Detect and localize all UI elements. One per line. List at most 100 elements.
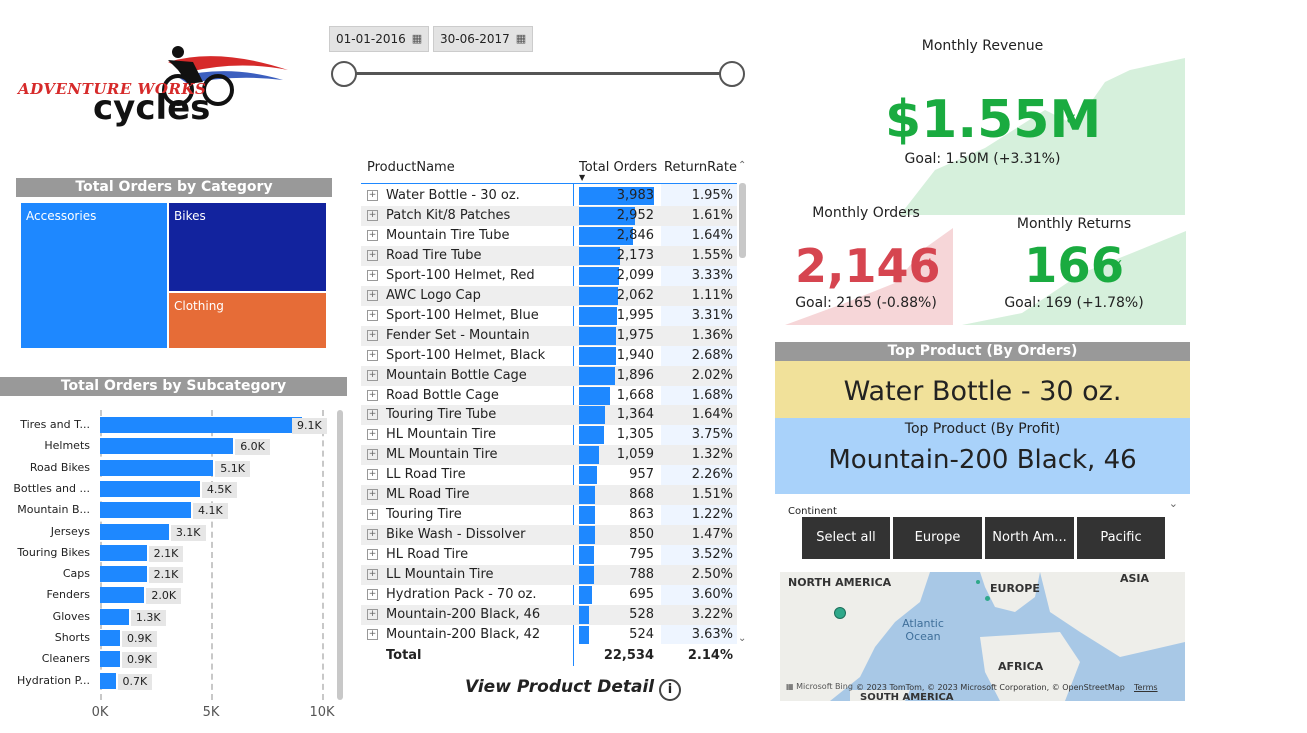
orders-map[interactable]: NORTH AMERICA EUROPE ASIA Atlantic Ocean… xyxy=(780,572,1185,701)
total-orders-cell: 1,975 xyxy=(616,327,654,343)
table-row[interactable]: + ML Road Tire 868 1.51% xyxy=(361,485,737,506)
continent-slicer-header[interactable]: Continent ⌄ xyxy=(788,497,1178,517)
expand-plus-icon[interactable]: + xyxy=(367,549,378,561)
table-row[interactable]: + ML Mountain Tire 1,059 1.32% xyxy=(361,445,737,466)
date-slider-track[interactable] xyxy=(344,72,732,75)
subcategory-bar[interactable] xyxy=(100,417,303,433)
table-row[interactable]: + Road Tire Tube 2,173 1.55% xyxy=(361,245,737,266)
column-header-product-name[interactable]: ProductName xyxy=(367,160,455,175)
table-row[interactable]: + LL Road Tire 957 2.26% xyxy=(361,465,737,485)
expand-plus-icon[interactable]: + xyxy=(367,389,378,401)
expand-plus-icon[interactable]: + xyxy=(367,628,378,640)
table-row[interactable]: + HL Road Tire 795 3.52% xyxy=(361,545,737,565)
end-date-input[interactable]: 30-06-2017 ▦ xyxy=(433,26,534,52)
expand-plus-icon[interactable]: + xyxy=(367,329,378,341)
bar-value-label: 4.1K xyxy=(193,503,228,520)
table-row[interactable]: + Mountain Tire Tube 2,846 1.64% xyxy=(361,226,737,246)
expand-plus-icon[interactable]: + xyxy=(367,289,378,301)
table-row[interactable]: + Mountain-200 Black, 42 524 3.63% xyxy=(361,625,737,645)
table-body: + Water Bottle - 30 oz. 3,983 1.95% + Patch K… xyxy=(361,186,737,646)
subcategory-bar[interactable] xyxy=(100,459,214,476)
map-marker-europe[interactable] xyxy=(985,596,990,601)
expand-plus-icon[interactable]: + xyxy=(367,589,378,600)
bar-category-label: Gloves xyxy=(52,609,90,623)
subcategory-bar[interactable] xyxy=(100,544,147,561)
map-label-south-america: SOUTH AMERICA xyxy=(860,692,954,701)
table-row[interactable]: + Bike Wash - Dissolver 850 1.47% xyxy=(361,525,737,546)
subcategory-bar[interactable] xyxy=(100,502,192,519)
table-row[interactable]: + Touring Tire Tube 1,364 1.64% xyxy=(361,405,737,426)
expand-plus-icon[interactable]: + xyxy=(367,229,378,241)
subcategory-bar[interactable] xyxy=(100,630,120,646)
expand-plus-icon[interactable]: + xyxy=(367,569,378,581)
expand-plus-icon[interactable]: + xyxy=(367,449,378,461)
subcategory-bar[interactable] xyxy=(100,651,120,668)
table-scroll-up-icon[interactable]: ⌃ xyxy=(738,160,746,171)
expand-plus-icon[interactable]: + xyxy=(367,489,378,501)
table-row[interactable]: + Sport-100 Helmet, Blue 1,995 3.31% xyxy=(361,306,737,326)
map-terms-link[interactable]: Terms xyxy=(1134,683,1158,692)
product-name-cell: AWC Logo Cap xyxy=(386,287,481,303)
table-row[interactable]: + LL Mountain Tire 788 2.50% xyxy=(361,565,737,586)
expand-plus-icon[interactable]: + xyxy=(367,409,378,421)
continent-option-select-all[interactable]: Select all xyxy=(802,517,890,559)
continent-option-europe[interactable]: Europe xyxy=(893,517,982,559)
return-rate-cell: 1.32% xyxy=(691,447,733,463)
treemap-tile-bikes[interactable]: Bikes xyxy=(169,203,326,291)
table-row[interactable]: + Water Bottle - 30 oz. 3,983 1.95% xyxy=(361,186,737,206)
table-row[interactable]: + AWC Logo Cap 2,062 1.11% xyxy=(361,285,737,306)
column-header-return-rate[interactable]: ReturnRate xyxy=(664,160,737,175)
expand-plus-icon[interactable]: + xyxy=(367,429,378,441)
map-marker-europe-2[interactable] xyxy=(976,580,980,584)
date-slider-end-handle[interactable] xyxy=(719,61,745,87)
continent-option-north-america[interactable]: North Am... xyxy=(985,517,1074,559)
table-scrollbar[interactable] xyxy=(739,183,746,258)
x-tick-label: 10K xyxy=(309,705,335,720)
column-header-total-orders[interactable]: Total Orders xyxy=(579,160,657,175)
subcategory-bar[interactable] xyxy=(100,566,147,583)
treemap-label: Bikes xyxy=(174,209,206,223)
expand-plus-icon[interactable]: + xyxy=(367,209,378,221)
view-product-detail-button[interactable]: View Product Detail i xyxy=(465,677,695,703)
expand-plus-icon[interactable]: + xyxy=(367,349,378,361)
map-marker-north-america[interactable] xyxy=(834,607,846,619)
subcategory-bar[interactable] xyxy=(100,438,234,455)
table-row[interactable]: + Fender Set - Mountain 1,975 1.36% xyxy=(361,325,737,346)
subcategory-bar[interactable] xyxy=(100,523,169,540)
total-orders-cell: 868 xyxy=(629,487,654,503)
treemap-tile-accessories[interactable]: Accessories xyxy=(21,203,167,348)
subcategory-bar[interactable] xyxy=(100,587,145,604)
expand-plus-icon[interactable]: + xyxy=(367,469,378,481)
top-product-profit-title: Top Product (By Profit) xyxy=(904,421,1061,437)
table-row[interactable]: + Patch Kit/8 Patches 2,952 1.61% xyxy=(361,205,737,226)
subcategory-bar[interactable] xyxy=(100,672,116,689)
table-row[interactable]: + Road Bottle Cage 1,668 1.68% xyxy=(361,386,737,406)
product-name-cell: HL Mountain Tire xyxy=(386,427,497,443)
table-row[interactable]: + Mountain-200 Black, 46 528 3.22% xyxy=(361,604,737,625)
subcategory-scrollbar[interactable] xyxy=(337,410,343,700)
expand-plus-icon[interactable]: + xyxy=(367,249,378,261)
expand-plus-icon[interactable]: + xyxy=(367,369,378,381)
table-row[interactable]: + Sport-100 Helmet, Red 2,099 3.33% xyxy=(361,266,737,286)
expand-plus-icon[interactable]: + xyxy=(367,509,378,521)
date-slider-start-handle[interactable] xyxy=(331,61,357,87)
expand-plus-icon[interactable]: + xyxy=(367,190,378,201)
product-name-cell: Bike Wash - Dissolver xyxy=(386,527,526,543)
subcategory-bar[interactable] xyxy=(100,608,129,625)
table-row[interactable]: + Sport-100 Helmet, Black 1,940 2.68% xyxy=(361,346,737,366)
expand-plus-icon[interactable]: + xyxy=(367,529,378,541)
product-name-cell: Mountain Bottle Cage xyxy=(386,367,527,383)
expand-plus-icon[interactable]: + xyxy=(367,608,378,620)
table-row[interactable]: + HL Mountain Tire 1,305 3.75% xyxy=(361,425,737,445)
start-date-input[interactable]: 01-01-2016 ▦ xyxy=(329,26,430,52)
table-row[interactable]: + Touring Tire 863 1.22% xyxy=(361,505,737,525)
expand-plus-icon[interactable]: + xyxy=(367,269,378,281)
expand-plus-icon[interactable]: + xyxy=(367,309,378,321)
table-row[interactable]: + Mountain Bottle Cage 1,896 2.02% xyxy=(361,365,737,386)
continent-option-pacific[interactable]: Pacific xyxy=(1077,517,1165,559)
return-rate-cell: 1.61% xyxy=(691,207,733,223)
treemap-tile-clothing[interactable]: Clothing xyxy=(169,293,326,348)
subcategory-bar[interactable] xyxy=(100,480,200,497)
table-scroll-down-icon[interactable]: ⌄ xyxy=(738,633,746,644)
table-row[interactable]: + Hydration Pack - 70 oz. 695 3.60% xyxy=(361,585,737,605)
